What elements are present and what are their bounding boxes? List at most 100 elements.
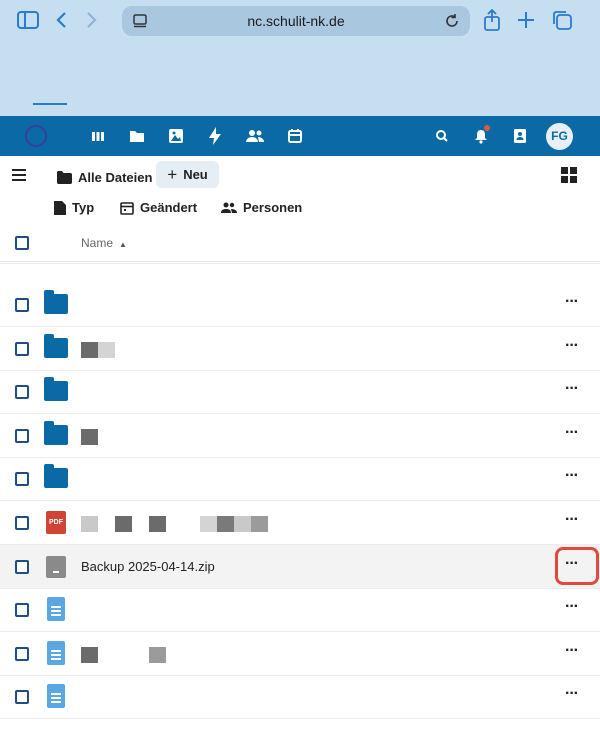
more-actions-button[interactable]: ···	[565, 511, 579, 529]
table-row[interactable]: ···	[0, 588, 600, 632]
filter-type-label: Typ	[72, 200, 95, 215]
back-icon[interactable]	[55, 11, 67, 29]
calendar-icon[interactable]	[283, 124, 307, 148]
folder-icon	[44, 421, 68, 445]
pdf-file-icon: PDF	[46, 511, 66, 534]
document-icon	[47, 641, 65, 665]
contacts-menu-icon[interactable]	[508, 124, 532, 148]
table-row[interactable]: ···	[0, 370, 600, 414]
redacted-name	[81, 342, 98, 358]
redacted-name	[234, 516, 251, 532]
table-row[interactable]: ···	[0, 327, 600, 371]
notification-badge	[484, 125, 490, 131]
table-row[interactable]: ···	[0, 632, 600, 676]
column-name-header[interactable]: Name ▲	[81, 236, 127, 250]
more-actions-button[interactable]: ···	[565, 467, 579, 485]
contacts-icon[interactable]	[243, 124, 267, 148]
row-checkbox[interactable]	[15, 647, 29, 661]
address-bar[interactable]: nc.schulit-nk.de	[122, 6, 470, 36]
grid-view-icon[interactable]	[561, 167, 577, 183]
activity-icon[interactable]	[203, 124, 227, 148]
table-row[interactable]: ···	[0, 675, 600, 719]
url-text: nc.schulit-nk.de	[247, 13, 345, 29]
table-row[interactable]: Backup 2025-04-14.zip ···	[0, 545, 600, 589]
zip-file-icon	[46, 556, 66, 578]
folder-icon	[44, 290, 68, 314]
redacted-name	[251, 516, 268, 532]
browser-chrome: nc.schulit-nk.de	[0, 0, 600, 116]
more-actions-button[interactable]: ···	[565, 642, 579, 660]
reload-icon[interactable]	[444, 13, 460, 29]
share-icon[interactable]	[483, 9, 501, 31]
row-checkbox[interactable]	[15, 560, 29, 574]
row-checkbox[interactable]	[15, 516, 29, 530]
more-actions-button[interactable]: ···	[565, 424, 579, 442]
redacted-name	[217, 516, 234, 532]
row-checkbox[interactable]	[15, 603, 29, 617]
redacted-name	[115, 516, 132, 532]
document-icon	[47, 597, 65, 621]
row-checkbox[interactable]	[15, 690, 29, 704]
highlighted-more-actions	[555, 547, 599, 585]
filter-bar: Typ Geändert Personen	[0, 196, 600, 222]
redacted-name	[149, 516, 166, 532]
row-checkbox[interactable]	[15, 429, 29, 443]
tab-indicator	[33, 103, 67, 105]
select-all-checkbox[interactable]	[15, 236, 29, 250]
folder-icon	[57, 170, 72, 184]
tabs-overview-icon[interactable]	[552, 10, 572, 30]
redacted-name	[81, 647, 98, 663]
people-icon	[221, 202, 237, 213]
app-header: FG	[0, 116, 600, 156]
files-icon[interactable]	[125, 124, 149, 148]
photos-icon[interactable]	[164, 124, 188, 148]
calendar-icon	[120, 201, 134, 215]
file-type-icon	[54, 200, 66, 215]
dashboard-icon[interactable]	[86, 124, 110, 148]
sort-ascending-icon: ▲	[119, 240, 127, 249]
redacted-name	[200, 516, 217, 532]
redacted-name	[149, 647, 166, 663]
table-row[interactable]: ···	[0, 283, 600, 327]
table-row[interactable]: PDF ···	[0, 501, 600, 545]
redacted-name	[81, 516, 98, 532]
folder-icon	[44, 464, 68, 488]
filter-people[interactable]: Personen	[221, 200, 302, 215]
hamburger-menu-icon[interactable]	[12, 169, 26, 181]
document-icon	[47, 684, 65, 708]
filter-modified-label: Geändert	[140, 200, 198, 215]
plus-icon: +	[167, 165, 178, 184]
redacted-name	[98, 342, 115, 358]
redacted-name	[81, 429, 98, 445]
new-button-label: Neu	[183, 167, 208, 182]
more-actions-button[interactable]: ···	[565, 598, 579, 616]
folder-icon	[44, 334, 68, 358]
row-checkbox[interactable]	[15, 298, 29, 312]
filter-modified[interactable]: Geändert	[120, 200, 197, 215]
search-icon[interactable]	[430, 124, 454, 148]
more-actions-button[interactable]: ···	[565, 685, 579, 703]
nextcloud-logo-icon[interactable]	[25, 125, 47, 147]
breadcrumb-all-files[interactable]: Alle Dateien	[57, 165, 152, 189]
row-checkbox[interactable]	[15, 472, 29, 486]
file-list-header: Name ▲	[0, 226, 600, 262]
breadcrumb-label: Alle Dateien	[78, 169, 153, 185]
table-row[interactable]: ···	[0, 414, 600, 458]
sidebar-toggle-icon[interactable]	[17, 11, 39, 29]
folder-icon	[44, 377, 68, 401]
filter-people-label: Personen	[243, 200, 303, 215]
more-actions-button[interactable]: ···	[565, 380, 579, 398]
avatar[interactable]: FG	[546, 123, 573, 150]
new-tab-icon[interactable]	[517, 11, 535, 29]
forward-icon[interactable]	[86, 11, 98, 29]
more-actions-button[interactable]: ···	[565, 337, 579, 355]
more-actions-button[interactable]: ···	[565, 293, 579, 311]
table-row[interactable]: ···	[0, 457, 600, 501]
column-name-label: Name	[81, 236, 114, 250]
files-toolbar: Alle Dateien	[0, 156, 600, 196]
row-checkbox[interactable]	[15, 385, 29, 399]
file-name: Backup 2025-04-14.zip	[81, 559, 215, 574]
row-checkbox[interactable]	[15, 342, 29, 356]
filter-type[interactable]: Typ	[54, 200, 94, 215]
new-button[interactable]: + Neu	[156, 161, 219, 188]
